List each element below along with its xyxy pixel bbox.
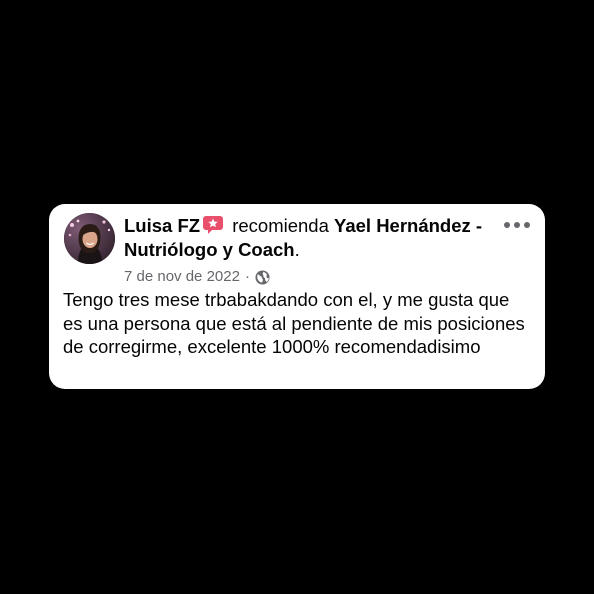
- post-date[interactable]: 7 de nov de 2022: [124, 267, 240, 287]
- more-options-icon[interactable]: [504, 218, 530, 232]
- post-header: Luisa FZ recomienda Yael Hernández - Nut…: [124, 214, 504, 262]
- page-name-suffix: .: [294, 239, 300, 260]
- recommendation-star-icon: [203, 216, 224, 234]
- author-name[interactable]: Luisa FZ: [124, 215, 200, 236]
- recommendation-card: Luisa FZ recomienda Yael Hernández - Nut…: [49, 204, 545, 389]
- more-dot: [524, 222, 530, 228]
- more-dot: [504, 222, 510, 228]
- globe-icon: [255, 269, 270, 285]
- avatar[interactable]: [64, 213, 115, 264]
- post-meta: 7 de nov de 2022 ·: [124, 267, 270, 287]
- recommendation-text: Tengo tres mese trbabakdando con el, y m…: [63, 289, 525, 357]
- meta-separator: ·: [244, 268, 250, 285]
- recommends-verb: recomienda: [232, 215, 329, 236]
- more-dot: [514, 222, 520, 228]
